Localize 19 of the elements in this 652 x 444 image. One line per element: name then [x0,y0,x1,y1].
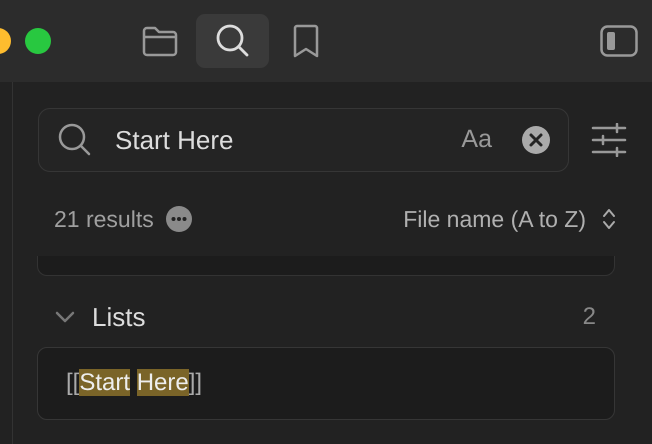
up-down-chevron-icon [602,208,616,230]
results-count: 21 results [54,205,154,234]
search-result[interactable]: [[Start Here]] [37,346,615,420]
match-snippet: [[Start Here]] [66,368,202,398]
group-title[interactable]: Lists [92,298,146,336]
sidebar-toggle-icon[interactable] [600,25,638,57]
folder-icon [140,25,178,57]
search-field[interactable]: Start Here Aa [38,108,569,172]
bookmark-icon [292,24,320,58]
search-icon [216,24,250,58]
filter-settings-icon[interactable] [591,123,627,157]
more-options-icon[interactable] [166,206,192,232]
clear-icon[interactable] [522,126,550,154]
maximize-button[interactable] [25,28,51,54]
sort-dropdown[interactable]: File name (A to Z) [403,202,586,236]
search-icon [57,122,93,158]
match-case-button[interactable]: Aa [461,121,492,159]
match-count: 2 [582,302,596,332]
search-icon-tab[interactable] [196,14,269,68]
